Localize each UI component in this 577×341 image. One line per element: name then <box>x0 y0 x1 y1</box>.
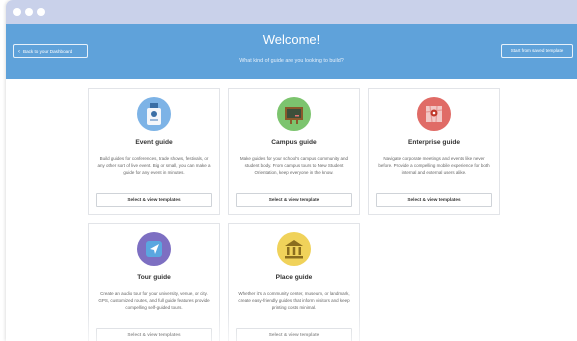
guide-card-title: Place guide <box>275 274 313 281</box>
guide-card-title: Campus guide <box>271 139 317 146</box>
guide-card-tour: Tour guide Create an audio tour for your… <box>88 223 220 341</box>
museum-icon <box>277 232 311 266</box>
guide-card-enterprise: Enterprise guide Navigate corporate meet… <box>368 88 500 215</box>
guide-card-title: Enterprise guide <box>407 139 461 146</box>
back-to-dashboard-label: Back to your Dashboard <box>23 49 73 54</box>
badge-icon <box>137 97 171 131</box>
start-from-saved-template-button[interactable]: Start from saved template <box>501 44 573 58</box>
guide-card-place: Place guide Whether it's a community cen… <box>228 223 360 341</box>
select-tour-templates-button[interactable]: Select & view templates <box>96 328 212 341</box>
guide-card-title: Tour guide <box>137 274 171 281</box>
window-control-minimize[interactable] <box>25 8 33 16</box>
window-control-close[interactable] <box>13 8 21 16</box>
guide-card-title: Event guide <box>135 139 173 146</box>
select-place-templates-button[interactable]: Select & view template <box>236 328 352 341</box>
guide-card-description: Build guides for conferences, trade show… <box>97 156 211 176</box>
welcome-header: ‹ Back to your Dashboard Welcome! What ki… <box>6 24 577 79</box>
guide-card-campus: Campus guide Make guides for your school… <box>228 88 360 215</box>
page-title: Welcome! <box>262 32 321 47</box>
select-enterprise-templates-button[interactable]: Select & view templates <box>376 193 492 207</box>
compass-icon <box>137 232 171 266</box>
guide-card-description: Create an audio tour for your university… <box>98 291 210 311</box>
window-control-maximize[interactable] <box>37 8 45 16</box>
chalkboard-icon <box>277 97 311 131</box>
guide-card-event: Event guide Build guides for conferences… <box>88 88 220 215</box>
guide-card-description: Navigate corporate meetings and events l… <box>378 156 490 176</box>
window-titlebar <box>6 0 577 24</box>
page-subtitle: What kind of guide are you looking to bu… <box>239 58 344 64</box>
guide-card-description: Whether it's a community center, museum,… <box>238 291 350 311</box>
app-window: ‹ Back to your Dashboard Welcome! What ki… <box>6 0 577 341</box>
select-event-templates-button[interactable]: Select & view templates <box>96 193 212 207</box>
map-icon <box>417 97 451 131</box>
guide-card-description: Make guides for your school's campus com… <box>239 156 349 176</box>
select-campus-templates-button[interactable]: Select & view template <box>236 193 352 207</box>
